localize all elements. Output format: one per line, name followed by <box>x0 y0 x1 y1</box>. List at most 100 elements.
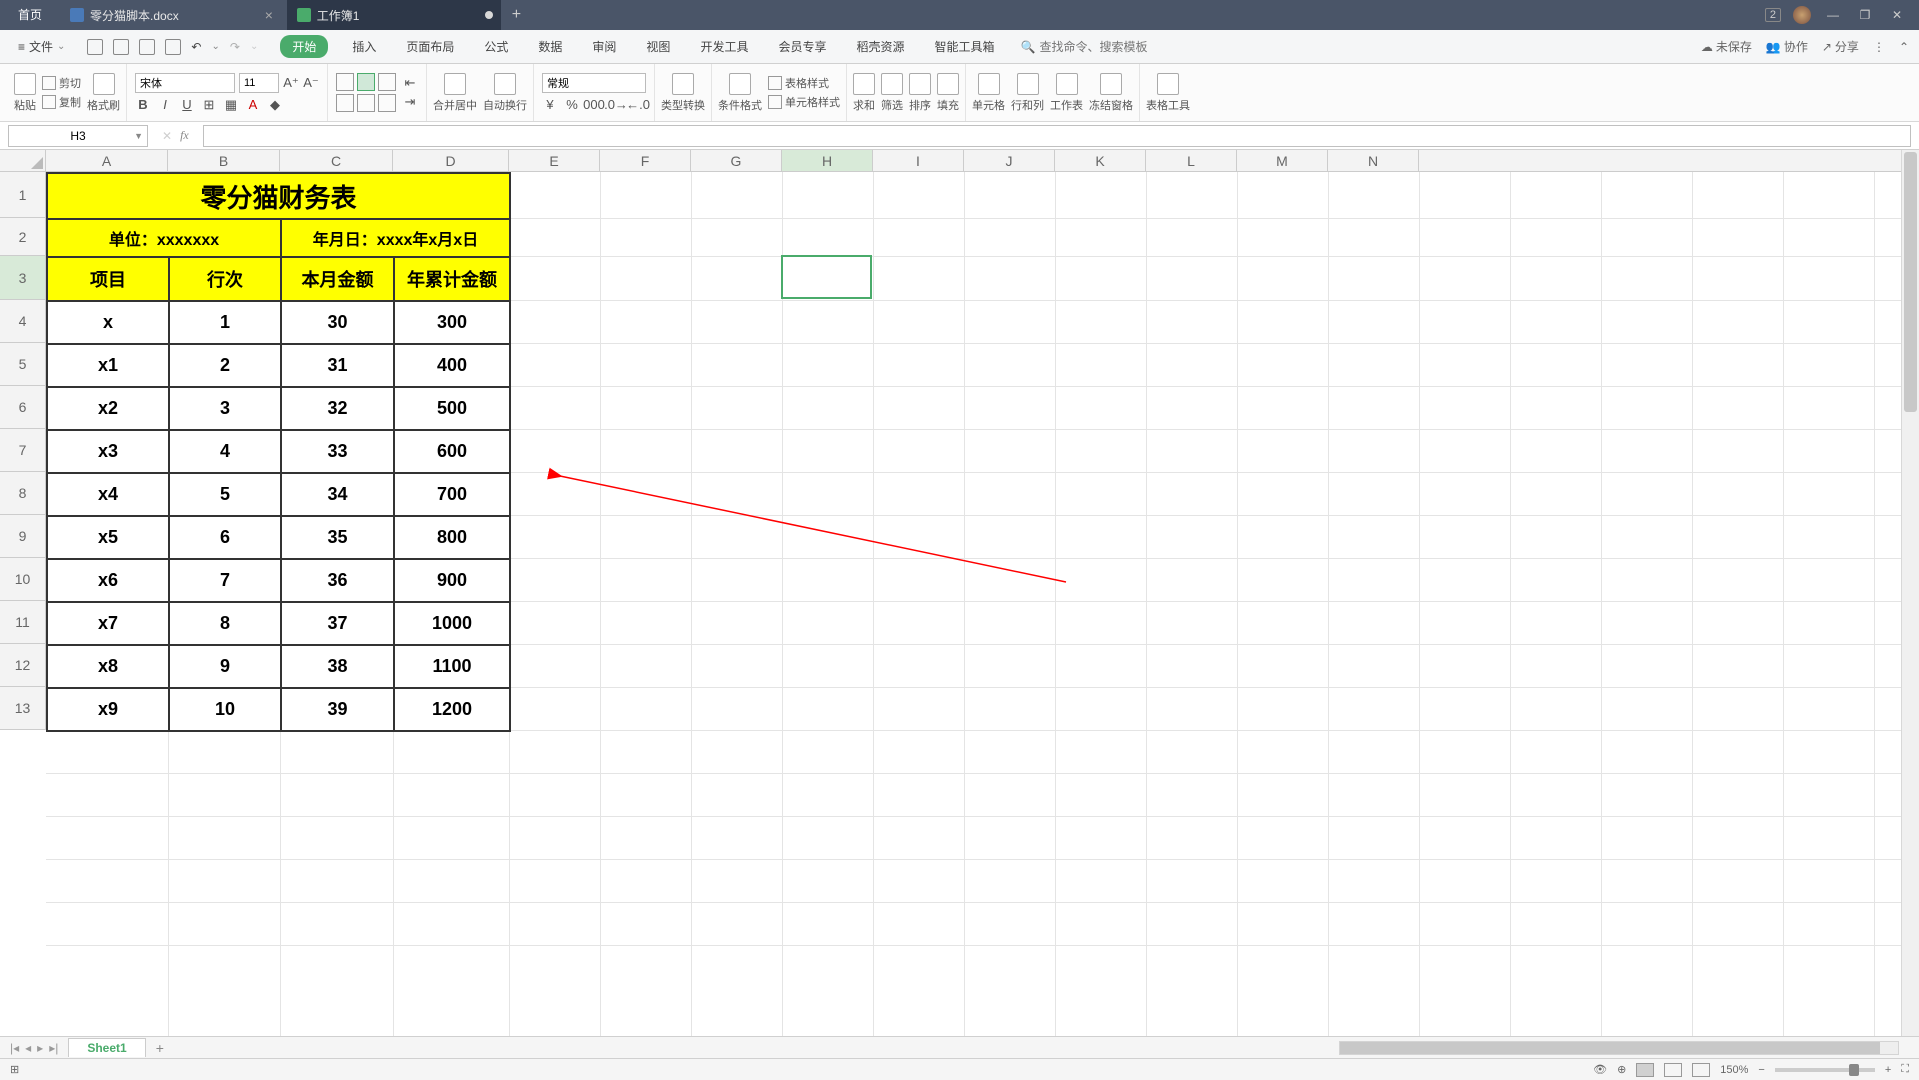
sheet-tab[interactable]: Sheet1 <box>68 1038 145 1057</box>
col-header-J[interactable]: J <box>964 150 1055 171</box>
undo-icon[interactable]: ↶ <box>191 40 201 54</box>
font-name-select[interactable] <box>135 73 235 93</box>
row-header-5[interactable]: 5 <box>0 343 46 386</box>
print-icon[interactable] <box>139 39 155 55</box>
sort-button[interactable]: 排序 <box>909 73 931 113</box>
zoom-in-icon[interactable]: + <box>1885 1064 1891 1076</box>
italic-icon[interactable]: I <box>157 97 173 113</box>
name-box[interactable]: H3▼ <box>8 125 148 147</box>
zoom-out-icon[interactable]: − <box>1758 1064 1764 1076</box>
increase-font-icon[interactable]: A⁺ <box>283 75 299 91</box>
tab-review[interactable]: 审阅 <box>586 34 622 59</box>
print-preview-icon[interactable] <box>113 39 129 55</box>
sheet-first-icon[interactable]: |◂ <box>10 1041 19 1055</box>
tab-view[interactable]: 视图 <box>640 34 676 59</box>
highlight-icon[interactable]: ◆ <box>267 97 283 113</box>
search-input[interactable] <box>1039 40 1169 54</box>
row-header-13[interactable]: 13 <box>0 687 46 730</box>
col-header-N[interactable]: N <box>1328 150 1419 171</box>
zoom-slider[interactable] <box>1775 1068 1875 1072</box>
currency-icon[interactable]: ¥ <box>542 97 558 113</box>
row-header-3[interactable]: 3 <box>0 256 46 300</box>
sum-button[interactable]: 求和 <box>853 73 875 113</box>
tab-start[interactable]: 开始 <box>280 35 328 58</box>
doc-tab-word[interactable]: 零分猫脚本.docx × <box>60 0 287 30</box>
col-header-D[interactable]: D <box>393 150 509 171</box>
type-convert-button[interactable]: 类型转换 <box>661 73 705 113</box>
row-header-12[interactable]: 12 <box>0 644 46 687</box>
command-search[interactable]: 🔍 <box>1021 40 1170 54</box>
normal-view-icon[interactable] <box>1636 1063 1654 1077</box>
paste-button[interactable]: 粘贴 <box>14 73 36 113</box>
tab-insert[interactable]: 插入 <box>346 34 382 59</box>
fill-color-icon[interactable]: ▦ <box>223 97 239 113</box>
tab-page-layout[interactable]: 页面布局 <box>400 34 460 59</box>
col-header-E[interactable]: E <box>509 150 600 171</box>
increase-indent-icon[interactable]: ⇥ <box>402 94 418 110</box>
rows-cols-button[interactable]: 行和列 <box>1011 73 1044 113</box>
tab-smart-tools[interactable]: 智能工具箱 <box>928 34 1000 59</box>
underline-icon[interactable]: U <box>179 97 195 113</box>
page-break-view-icon[interactable] <box>1692 1063 1710 1077</box>
col-header-C[interactable]: C <box>280 150 393 171</box>
col-header-K[interactable]: K <box>1055 150 1146 171</box>
new-tab-button[interactable]: + <box>501 6 531 24</box>
percent-icon[interactable]: % <box>564 97 580 113</box>
formula-input[interactable] <box>203 125 1911 147</box>
sheet-prev-icon[interactable]: ◂ <box>25 1041 31 1055</box>
tab-formula[interactable]: 公式 <box>478 34 514 59</box>
row-header-9[interactable]: 9 <box>0 515 46 558</box>
fx-icon[interactable]: fx <box>180 128 189 143</box>
cells-button[interactable]: 单元格 <box>972 73 1005 113</box>
increase-decimal-icon[interactable]: .0→ <box>608 97 624 113</box>
freeze-button[interactable]: 冻结窗格 <box>1089 73 1133 113</box>
cancel-fx-icon[interactable]: ✕ <box>162 129 172 143</box>
row-header-10[interactable]: 10 <box>0 558 46 601</box>
zoom-value[interactable]: 150% <box>1720 1064 1748 1076</box>
export-icon[interactable] <box>165 39 181 55</box>
comma-icon[interactable]: 000 <box>586 97 602 113</box>
minimize-icon[interactable]: — <box>1823 5 1843 25</box>
filter-button[interactable]: 筛选 <box>881 73 903 113</box>
redo-icon[interactable]: ↷ <box>230 40 240 54</box>
row-header-7[interactable]: 7 <box>0 429 46 472</box>
avatar[interactable] <box>1793 6 1811 24</box>
tab-data[interactable]: 数据 <box>532 34 568 59</box>
row-header-2[interactable]: 2 <box>0 218 46 256</box>
font-color-icon[interactable]: A <box>245 97 261 113</box>
table-tools-button[interactable]: 表格工具 <box>1146 73 1190 113</box>
col-header-I[interactable]: I <box>873 150 964 171</box>
cells-area[interactable]: 零分猫财务表单位：xxxxxxx年月日：xxxx年x月x日项目行次本月金额年累计… <box>46 172 1901 1050</box>
row-header-4[interactable]: 4 <box>0 300 46 343</box>
worksheet-button[interactable]: 工作表 <box>1050 73 1083 113</box>
more-icon[interactable]: ⋮ <box>1873 40 1885 54</box>
copy-button[interactable]: 复制 <box>42 94 81 110</box>
chevron-down-icon[interactable]: ⌄ <box>211 41 219 52</box>
tab-home[interactable]: 首页 <box>0 0 60 30</box>
eye-icon[interactable]: 👁 <box>1593 1063 1607 1076</box>
fullscreen-icon[interactable]: ⛶ <box>1901 1063 1909 1076</box>
col-header-F[interactable]: F <box>600 150 691 171</box>
row-header-1[interactable]: 1 <box>0 172 46 218</box>
scrollbar-thumb[interactable] <box>1904 152 1917 412</box>
col-header-M[interactable]: M <box>1237 150 1328 171</box>
file-menu[interactable]: ≡ 文件 ⌄ <box>10 38 73 55</box>
sheet-last-icon[interactable]: ▸| <box>49 1041 58 1055</box>
share-button[interactable]: ↗ 分享 <box>1822 38 1859 55</box>
col-header-G[interactable]: G <box>691 150 782 171</box>
close-icon[interactable]: × <box>265 7 279 23</box>
chevron-down-icon[interactable]: ⌄ <box>250 41 258 52</box>
table-style-button[interactable]: 表格样式 <box>768 75 840 91</box>
format-painter-button[interactable]: 格式刷 <box>87 73 120 113</box>
alignment-grid[interactable] <box>336 73 396 112</box>
page-layout-view-icon[interactable] <box>1664 1063 1682 1077</box>
col-header-L[interactable]: L <box>1146 150 1237 171</box>
tab-developer[interactable]: 开发工具 <box>694 34 754 59</box>
number-format-select[interactable] <box>542 73 646 93</box>
row-header-11[interactable]: 11 <box>0 601 46 644</box>
col-header-A[interactable]: A <box>46 150 168 171</box>
unsaved-indicator[interactable]: ☁ 未保存 <box>1701 38 1752 55</box>
add-sheet-button[interactable]: + <box>146 1040 174 1056</box>
notification-badge[interactable]: 2 <box>1765 8 1781 22</box>
border-icon[interactable]: ⊞ <box>201 97 217 113</box>
